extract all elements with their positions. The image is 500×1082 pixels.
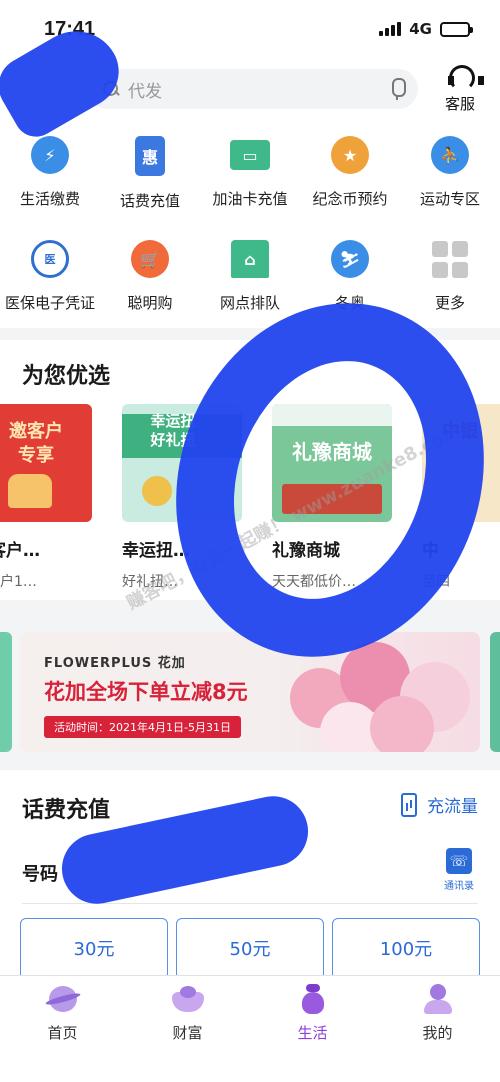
recommend-card-image-text: 邀客户 专享 — [9, 421, 63, 466]
quick-service-item[interactable]: ⚡ 生活缴费 — [0, 120, 100, 224]
ski-icon: ⛷ — [331, 240, 369, 278]
promo-banner[interactable]: FLOWERPLUS 花加 花加全场下单立减8元 活动时间：2021年4月1日-… — [20, 632, 480, 752]
battery-icon — [440, 21, 473, 37]
quick-service-item[interactable]: ⌂ 网点排队 — [200, 224, 300, 328]
recommend-card[interactable]: 邀客户 专享 邀客户… 邀客户1… — [0, 404, 92, 591]
customer-service-button[interactable]: 客服 — [438, 64, 484, 114]
nav-home[interactable]: 首页 — [13, 984, 113, 1082]
nav-label: 生活 — [297, 1024, 328, 1042]
contacts-label: 通讯录 — [444, 881, 474, 892]
banner-date: 活动时间：2021年4月1日-5月31日 — [44, 716, 241, 738]
banner-prev-peek — [0, 632, 12, 752]
phone-contact-icon: ☏ — [446, 848, 472, 874]
recommend-card-image: 邀客户 专享 — [0, 404, 92, 522]
quick-service-row: 医 医保电子凭证 🛒 聪明购 ⌂ 网点排队 ⛷ 冬奥 更多 — [0, 224, 500, 328]
planet-icon — [44, 984, 81, 1014]
cart-icon: 🛒 — [131, 240, 169, 278]
nav-wealth[interactable]: 财富 — [138, 984, 238, 1082]
banner-brand: FLOWERPLUS 花加 — [44, 656, 186, 671]
phone-number-label: 号码 — [22, 864, 58, 885]
quick-service-item[interactable]: ⛹ 运动专区 — [400, 120, 500, 224]
amount-option[interactable]: 50元 — [176, 918, 324, 980]
contacts-button[interactable]: ☏ 通讯录 — [444, 848, 474, 892]
network-label: 4G — [409, 20, 432, 38]
gas-card-icon: ▭ — [230, 140, 270, 170]
bottom-nav: 首页 财富 生活 我的 — [0, 975, 500, 1082]
quick-service-item[interactable]: 🛒 聪明购 — [100, 224, 200, 328]
phone-chart-icon — [401, 792, 417, 817]
banner-title: 花加全场下单立减8元 — [44, 680, 248, 704]
quick-service-label: 聪明购 — [127, 294, 173, 312]
lightning-icon: ⚡ — [31, 136, 69, 174]
recommend-card-name: 邀客户… — [0, 541, 40, 561]
amount-options: 30元 50元 100元 — [20, 918, 480, 980]
data-recharge-label: 充流量 — [427, 797, 478, 817]
quick-service-label: 更多 — [434, 294, 465, 312]
recommend-card-desc: 邀客户1… — [0, 574, 37, 590]
banner-next-peek — [490, 632, 500, 752]
quick-service-grid: ⚡ 生活缴费 惠 话费充值 ▭ 加油卡充值 ★ 纪念币预约 ⛹ 运动专区 医 医… — [0, 120, 500, 328]
quick-service-item[interactable]: 惠 话费充值 — [100, 120, 200, 224]
search-placeholder: 代发 — [128, 81, 162, 102]
more-icon — [431, 240, 469, 278]
quick-service-item[interactable]: ▭ 加油卡充值 — [200, 120, 300, 224]
quick-service-row: ⚡ 生活缴费 惠 话费充值 ▭ 加油卡充值 ★ 纪念币预约 ⛹ 运动专区 — [0, 120, 500, 224]
status-indicators: 4G — [379, 20, 473, 38]
quick-service-label: 运动专区 — [419, 190, 480, 208]
quick-service-label: 网点排队 — [219, 294, 280, 312]
branch-icon: ⌂ — [231, 240, 269, 278]
bag-icon — [295, 984, 331, 1014]
hui-icon: 惠 — [135, 136, 165, 176]
headset-icon — [446, 64, 484, 91]
nav-label: 财富 — [172, 1024, 203, 1042]
nav-me[interactable]: 我的 — [388, 984, 488, 1082]
customer-service-label: 客服 — [444, 94, 475, 113]
quick-service-label: 话费充值 — [119, 192, 180, 210]
signal-icon — [379, 22, 402, 36]
quick-service-item[interactable]: 更多 — [400, 224, 500, 328]
quick-service-item[interactable]: ★ 纪念币预约 — [300, 120, 400, 224]
nav-life[interactable]: 生活 — [263, 984, 363, 1082]
quick-service-item[interactable]: 医 医保电子凭证 — [0, 224, 100, 328]
sport-icon: ⛹ — [431, 136, 469, 174]
quick-service-label: 加油卡充值 — [212, 190, 288, 208]
quick-service-label: 生活缴费 — [19, 190, 80, 208]
nav-label: 我的 — [422, 1024, 453, 1042]
search-input[interactable]: 代发 — [88, 69, 418, 109]
data-recharge-link[interactable]: 充流量 — [401, 792, 478, 817]
quick-service-label: 纪念币预约 — [312, 190, 388, 208]
nav-label: 首页 — [47, 1024, 78, 1042]
section-title: 为您优选 — [22, 364, 111, 389]
section-title: 话费充值 — [22, 798, 111, 823]
coin-icon: ★ — [331, 136, 369, 174]
amount-option[interactable]: 30元 — [20, 918, 168, 980]
medical-icon: 医 — [31, 240, 69, 278]
quick-service-label: 医保电子凭证 — [4, 294, 95, 312]
microphone-icon[interactable] — [390, 78, 406, 100]
amount-option[interactable]: 100元 — [332, 918, 480, 980]
user-icon — [420, 984, 456, 1014]
flower-image — [370, 696, 434, 752]
ingot-icon — [170, 984, 206, 1014]
